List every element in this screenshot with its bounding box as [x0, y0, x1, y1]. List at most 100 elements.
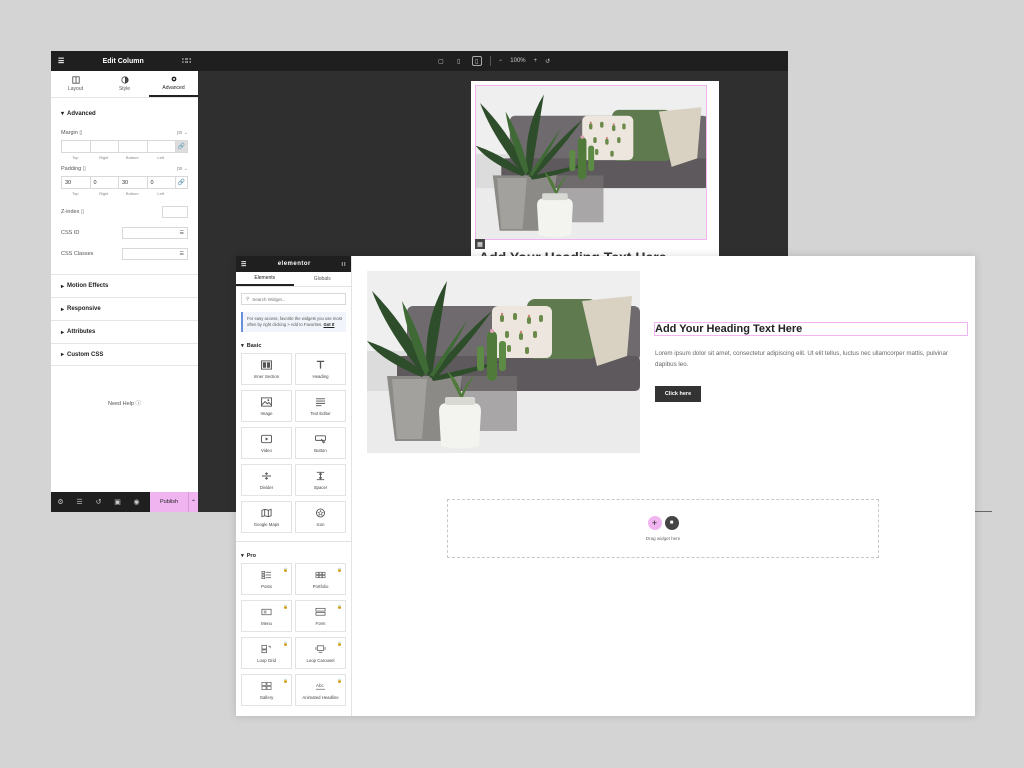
- portfolio-icon: [315, 571, 326, 578]
- padding-bottom-input[interactable]: 30: [118, 176, 147, 189]
- column-handle-icon[interactable]: ▦: [475, 239, 485, 249]
- category-basic[interactable]: ▾ Basic: [236, 332, 351, 353]
- device-icon[interactable]: ▯: [79, 130, 82, 136]
- hero-image[interactable]: [367, 271, 640, 453]
- z-index-input[interactable]: [162, 205, 188, 218]
- text-editor-widget[interactable]: Lorem ipsum dolor sit amet, consectetur …: [655, 349, 967, 370]
- margin-left-input[interactable]: [146, 140, 175, 153]
- padding-row: Padding ▯ px ⌄: [61, 166, 188, 172]
- image-icon: [261, 397, 272, 407]
- layers-icon[interactable]: ☰: [70, 498, 89, 506]
- margin-bottom-input[interactable]: [118, 140, 147, 153]
- tablet-icon[interactable]: ▯: [454, 56, 464, 66]
- preview-eye-icon[interactable]: ◉: [127, 498, 146, 506]
- grid-apps-icon[interactable]: ∷: [342, 261, 346, 268]
- margin-unit-select[interactable]: px ⌄: [177, 130, 188, 136]
- zoom-out-icon[interactable]: −: [499, 58, 503, 64]
- caret-down-icon: ▾: [241, 553, 244, 560]
- widget-loop-carousel[interactable]: 🔒 Loop Carousel: [295, 637, 346, 670]
- margin-right-input[interactable]: [89, 140, 118, 153]
- hamburger-icon[interactable]: ☰: [58, 57, 64, 65]
- favorites-tip: For easy access, favorite the widgets yo…: [241, 312, 346, 333]
- widget-button[interactable]: Button: [295, 427, 346, 460]
- widget-text-editor[interactable]: Text Editor: [295, 390, 346, 423]
- mobile-icon[interactable]: ▯: [471, 56, 482, 66]
- widget-video[interactable]: Video: [241, 427, 292, 460]
- padding-unit-select[interactable]: px ⌄: [177, 166, 188, 172]
- advanced-section-toggle[interactable]: ▾ Advanced: [51, 98, 198, 118]
- database-icon[interactable]: ☰: [180, 251, 184, 257]
- padding-top-input[interactable]: 30: [61, 176, 90, 189]
- template-library-icon[interactable]: ■: [664, 516, 679, 530]
- google-maps-icon: [261, 508, 272, 517]
- tab-layout[interactable]: Layout: [51, 71, 100, 97]
- preview-image[interactable]: [475, 85, 707, 240]
- padding-right-input[interactable]: 0: [89, 176, 118, 189]
- caret-down-icon: ▾: [61, 111, 65, 117]
- widget-image[interactable]: Image: [241, 390, 292, 423]
- search-input[interactable]: [252, 296, 343, 302]
- divider-icon: [261, 472, 272, 480]
- link-values-icon[interactable]: 🔗: [175, 176, 188, 189]
- widget-gallery[interactable]: 🔒 Gallery: [241, 674, 292, 707]
- widget-form[interactable]: 🔒 Form: [295, 600, 346, 633]
- need-help-link[interactable]: Need Help ⓘ: [51, 399, 198, 407]
- database-icon[interactable]: ☰: [180, 230, 184, 236]
- section-custom-css[interactable]: ▸ Custom CSS: [51, 343, 198, 366]
- css-classes-input[interactable]: ☰: [122, 247, 188, 260]
- tab-advanced[interactable]: Advanced: [149, 71, 198, 97]
- widget-menu[interactable]: 🔒 Menu: [241, 600, 292, 633]
- drop-zone[interactable]: + ■ Drag widget here: [447, 499, 879, 558]
- widget-divider[interactable]: Divider: [241, 464, 292, 497]
- menu-icon: [261, 608, 272, 615]
- tab-style[interactable]: Style: [100, 71, 149, 97]
- desktop-icon[interactable]: ▢: [436, 56, 446, 66]
- section-attributes[interactable]: ▸ Attributes: [51, 320, 198, 343]
- click-here-button[interactable]: Click here: [655, 386, 701, 402]
- publish-button[interactable]: Publish: [150, 492, 188, 512]
- css-id-input[interactable]: ☰: [122, 226, 188, 239]
- widget-portfolio[interactable]: 🔒 Portfolio: [295, 563, 346, 596]
- padding-left-input[interactable]: 0: [146, 176, 175, 189]
- lock-icon: 🔒: [337, 567, 342, 573]
- settings-icon[interactable]: ⚙: [51, 498, 70, 506]
- widget-inner-section[interactable]: Inner Section: [241, 353, 292, 386]
- lock-icon: 🔒: [337, 678, 342, 684]
- hamburger-icon[interactable]: ☰: [241, 261, 247, 268]
- tab-elements[interactable]: Elements: [236, 272, 294, 286]
- responsive-icon[interactable]: ▣: [108, 498, 127, 506]
- add-section-icon[interactable]: +: [647, 516, 662, 530]
- widget-loop-grid[interactable]: 🔒 Loop Grid: [241, 637, 292, 670]
- category-pro[interactable]: ▾ Pro: [236, 542, 351, 563]
- heading-icon: [316, 360, 325, 369]
- section-motion-effects[interactable]: ▸ Motion Effects: [51, 274, 198, 297]
- margin-top-input[interactable]: [61, 140, 90, 153]
- widget-posts[interactable]: 🔒 Posts: [241, 563, 292, 596]
- panel-footer: ⚙ ☰ ↺ ▣ ◉ Publish ⌃: [51, 492, 198, 512]
- device-icon[interactable]: ▯: [81, 209, 84, 215]
- heading-widget[interactable]: Add Your Heading Text Here: [654, 322, 968, 336]
- edit-column-panel: ☰ Edit Column ∷∷ Layout Style Advanced ▾…: [51, 51, 198, 512]
- lock-icon: 🔒: [283, 604, 288, 610]
- help-icon: ⓘ: [135, 401, 142, 407]
- chevron-up-icon[interactable]: ⌃: [188, 492, 198, 512]
- widget-animated-headline[interactable]: 🔒 Abc Animated Headline: [295, 674, 346, 707]
- reset-zoom-icon[interactable]: ↺: [545, 58, 550, 65]
- widget-google-maps[interactable]: Google Maps: [241, 501, 292, 534]
- drop-zone-label: Drag widget here: [645, 536, 681, 541]
- link-values-icon[interactable]: 🔗: [175, 140, 188, 153]
- history-icon[interactable]: ↺: [89, 498, 108, 506]
- grid-apps-icon[interactable]: ∷∷: [182, 57, 191, 65]
- tab-globals[interactable]: Globals: [294, 272, 352, 286]
- zoom-in-icon[interactable]: +: [534, 58, 538, 64]
- widget-heading[interactable]: Heading: [295, 353, 346, 386]
- lock-icon: 🔒: [283, 678, 288, 684]
- device-icon[interactable]: ▯: [83, 166, 86, 172]
- zoom-level: 100%: [510, 58, 526, 64]
- widget-icon[interactable]: Icon: [295, 501, 346, 534]
- text-editor-icon: [315, 398, 326, 406]
- caret-right-icon: ▸: [61, 283, 65, 290]
- got-it-link[interactable]: Got It: [323, 322, 334, 327]
- widget-spacer[interactable]: Spacer: [295, 464, 346, 497]
- section-responsive[interactable]: ▸ Responsive: [51, 297, 198, 320]
